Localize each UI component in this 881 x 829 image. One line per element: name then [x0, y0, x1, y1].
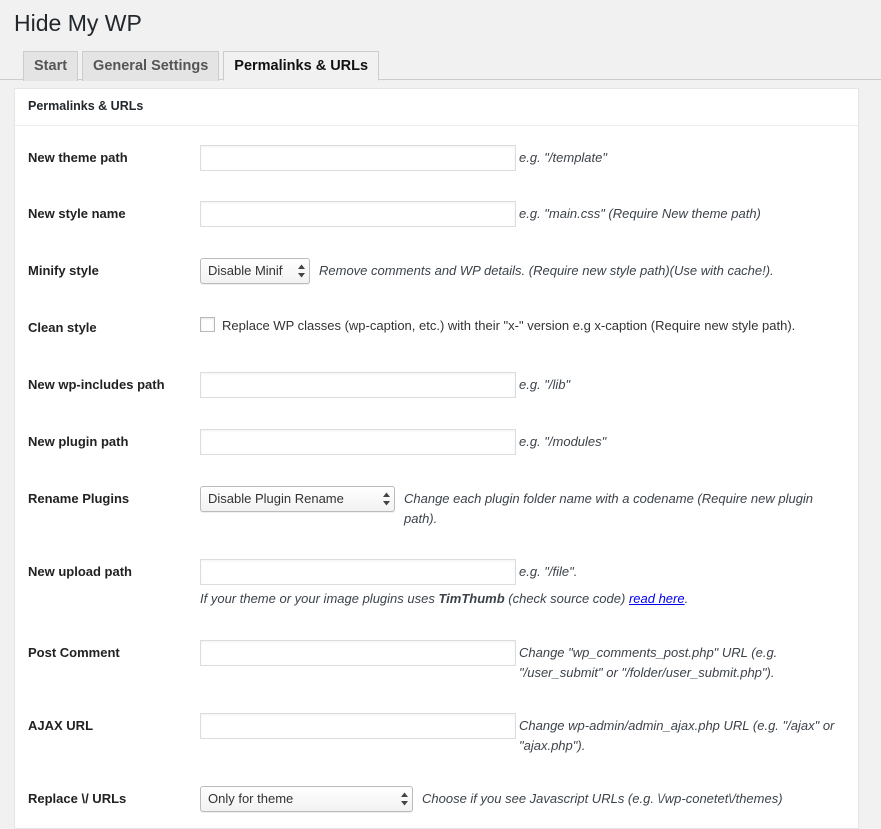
new-plugin-path-input[interactable]	[200, 428, 516, 455]
tab-permalinks-urls[interactable]: Permalinks & URLs	[223, 51, 380, 81]
row-new-wp-includes-path: New wp-includes path e.g. "/lib"	[15, 357, 858, 414]
label-text: Post Comment	[28, 644, 120, 660]
label-text: Clean style	[28, 320, 97, 336]
timthumb-note-middle: (check source code)	[504, 591, 629, 607]
row-new-plugin-path: New plugin path e.g. "/modules"	[15, 414, 858, 471]
post-comment-input[interactable]	[200, 639, 516, 666]
control-rename-plugins: Disable Plugin Rename Change each plugin	[200, 471, 858, 544]
settings-form-table: New theme path e.g. "/template" New styl…	[15, 130, 858, 829]
tab-general-settings[interactable]: General Settings	[82, 51, 220, 81]
row-new-theme-path: New theme path e.g. "/template"	[15, 130, 858, 187]
label-text: New plugin path	[28, 433, 129, 449]
label-ajax-url: AJAX URL	[15, 698, 200, 771]
new-wp-includes-path-input[interactable]	[200, 372, 516, 399]
label-new-plugin-path: New plugin path	[15, 414, 200, 471]
timthumb-note: If your theme or your image plugins uses…	[200, 585, 848, 610]
minify-style-select-shell: Disable Minify	[200, 258, 314, 285]
row-clean-style: Clean style Replace WP classes (wp-capti…	[15, 300, 858, 357]
new-theme-path-input[interactable]	[200, 144, 516, 171]
clean-style-checkbox[interactable]	[200, 317, 215, 333]
control-new-upload-path: e.g. "/file". If your theme or your imag…	[200, 544, 858, 625]
label-text: New upload path	[28, 564, 132, 580]
label-text: New wp-includes path	[28, 377, 165, 393]
row-ajax-url: AJAX URL Change wp-admin/admin_ajax.php …	[15, 698, 858, 771]
clean-style-checkbox-label: Replace WP classes (wp-caption, etc.) wi…	[222, 318, 796, 334]
label-text: Replace \/ URLs	[28, 791, 127, 807]
row-replace-slash-urls: Replace \/ URLs Only for theme Choose if…	[15, 771, 858, 828]
row-new-style-name: New style name e.g. "main.css" (Require …	[15, 186, 858, 243]
replace-slash-urls-select[interactable]: Only for theme	[200, 786, 413, 813]
label-text: New style name	[28, 206, 126, 222]
label-replace-slash-urls: Replace \/ URLs	[15, 771, 200, 828]
label-clean-style: Clean style	[15, 300, 200, 357]
panel-heading: Permalinks & URLs	[15, 89, 858, 126]
label-post-comment: Post Comment	[15, 625, 200, 698]
control-minify-style: Disable Minify Remove comments and WP de	[200, 243, 858, 300]
label-text: Minify style	[28, 263, 99, 279]
control-clean-style: Replace WP classes (wp-caption, etc.) wi…	[200, 300, 858, 357]
ajax-url-input[interactable]	[200, 713, 516, 740]
label-new-theme-path: New theme path	[15, 130, 200, 187]
timthumb-name: TimThumb	[438, 591, 505, 607]
admin-page: Hide My WP Start General Settings Permalin…	[0, 0, 881, 829]
label-text: AJAX URL	[28, 718, 94, 734]
control-new-plugin-path: e.g. "/modules"	[200, 414, 858, 471]
replace-slash-urls-select-shell: Only for theme	[200, 786, 417, 813]
timthumb-note-suffix: .	[684, 591, 689, 607]
rename-plugins-select[interactable]: Disable Plugin Rename	[200, 485, 395, 512]
rename-plugins-select-shell: Disable Plugin Rename	[200, 485, 399, 512]
minify-style-select[interactable]: Disable Minify	[200, 258, 310, 285]
panel-body: New theme path e.g. "/template" New styl…	[15, 126, 858, 829]
row-rename-plugins: Rename Plugins Disable Plugin Rename Cha…	[15, 471, 858, 544]
tab-start[interactable]: Start	[23, 51, 79, 81]
label-text: Rename Plugins	[28, 490, 130, 506]
permalinks-panel: Permalinks & URLs New theme path e.g. "/…	[14, 88, 859, 829]
row-minify-style: Minify style Disable Minify Remove comme…	[15, 243, 858, 300]
row-post-comment: Post Comment Change "wp_comments_post.ph…	[15, 625, 858, 698]
new-upload-path-input[interactable]	[200, 559, 516, 586]
control-new-wp-includes-path: e.g. "/lib"	[200, 357, 858, 414]
timthumb-note-prefix: If your theme or your image plugins uses	[200, 591, 439, 607]
control-ajax-url: Change wp-admin/admin_ajax.php URL (e.g.…	[200, 698, 858, 771]
row-new-upload-path: New upload path e.g. "/file". If your th…	[15, 544, 858, 625]
control-new-theme-path: e.g. "/template"	[200, 130, 858, 187]
new-style-name-input[interactable]	[200, 201, 516, 228]
control-new-style-name: e.g. "main.css" (Require New theme path)	[200, 186, 858, 243]
label-new-style-name: New style name	[15, 186, 200, 243]
control-post-comment: Change "wp_comments_post.php" URL (e.g. …	[200, 625, 858, 698]
label-new-upload-path: New upload path	[15, 544, 200, 625]
label-text: New theme path	[28, 149, 128, 165]
label-rename-plugins: Rename Plugins	[15, 471, 200, 544]
control-replace-slash-urls: Only for theme Choose if you see Javascr	[200, 771, 858, 828]
timthumb-read-here-link[interactable]: read here	[629, 591, 685, 606]
label-minify-style: Minify style	[15, 243, 200, 300]
tab-bar: Start General Settings Permalinks & URLs	[0, 50, 881, 81]
label-new-wp-includes-path: New wp-includes path	[15, 357, 200, 414]
page-title: Hide My WP	[14, 10, 142, 36]
